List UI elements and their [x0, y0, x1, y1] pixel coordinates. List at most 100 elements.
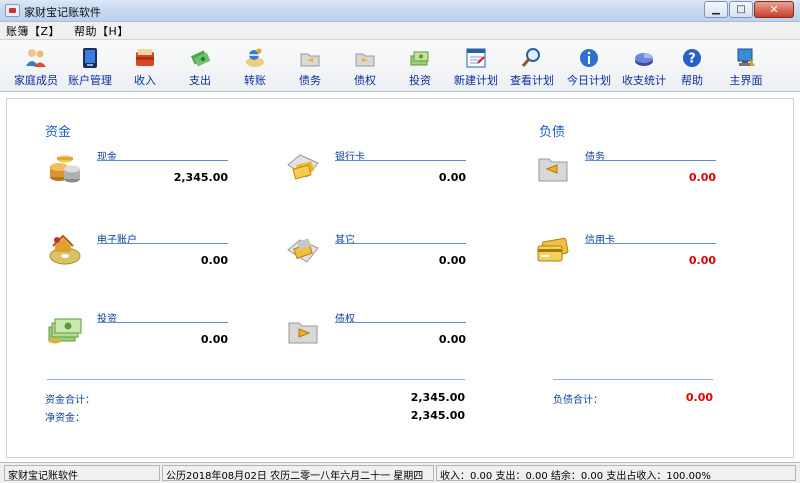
toolbar-income-button[interactable]: 收入 [117, 42, 173, 90]
debt-icon [300, 53, 320, 67]
underline [335, 322, 466, 323]
toolbar-debt-button[interactable]: 债务 [282, 42, 338, 90]
toolbar-credit-button[interactable]: 债权 [337, 42, 393, 90]
e-account-icon [49, 234, 81, 265]
toolbar-label: 收入 [134, 74, 156, 87]
credit-icon [355, 53, 375, 67]
toolbar-label: 主界面 [729, 74, 763, 87]
menu-ledger[interactable]: 账簿【Z】 [6, 23, 60, 39]
toolbar-label: 转账 [244, 74, 266, 87]
credit-claim-icon [288, 322, 318, 344]
maximize-button[interactable]: □ [729, 1, 753, 18]
toolbar-new-plan-button[interactable]: 新建计划 [446, 42, 506, 90]
liabilities-total-value: 0.00 [685, 391, 713, 404]
liabilities-total-label: 负债合计： [553, 395, 603, 406]
title-bar: 家财宝记账软件 ▁ □ ✕ [0, 0, 800, 22]
help-icon: ? [683, 49, 701, 67]
liabilities-title: 负债 [539, 125, 566, 140]
assets-title: 资金 [45, 125, 72, 140]
toolbar-today-plan-button[interactable]: 今日计划 [559, 42, 619, 90]
toolbar-label: 账户管理 [68, 74, 112, 87]
main-screen-icon [737, 48, 755, 66]
status-date: 公历2018年08月02日 农历二零一八年六月二十一 星期四 [162, 465, 434, 481]
expense-icon [190, 50, 211, 67]
asset-amount: 0.00 [438, 333, 466, 346]
toolbar-label: 帮助 [681, 74, 703, 87]
asset-investment[interactable]: 投资 0.00 [47, 311, 247, 361]
menu-bar: 账簿【Z】 帮助【H】 [0, 22, 800, 40]
minimize-icon: ▁ [712, 3, 720, 15]
close-icon: ✕ [769, 3, 779, 16]
status-app-name: 家财宝记账软件 [4, 465, 160, 481]
today-plan-icon [580, 49, 598, 67]
asset-credit-claim[interactable]: 债权 0.00 [285, 311, 485, 361]
toolbar-transfer-button[interactable]: 转账 [227, 42, 283, 90]
liability-amount: 0.00 [688, 254, 716, 267]
coins-icon [50, 155, 80, 183]
toolbar-family-members-button[interactable]: 家庭成员 [8, 42, 64, 90]
family-members-icon [26, 49, 46, 67]
close-button[interactable]: ✕ [754, 1, 794, 18]
investment-money-icon [48, 318, 82, 344]
toolbar-label: 家庭成员 [14, 74, 58, 87]
view-plan-icon [521, 48, 540, 67]
underline [585, 243, 716, 244]
liability-amount: 0.00 [688, 171, 716, 184]
underline [335, 243, 466, 244]
investment-icon [410, 51, 429, 66]
credit-card-icon [537, 237, 569, 262]
underline [97, 160, 228, 161]
underline [335, 160, 466, 161]
assets-total-value: 2,345.00 [410, 391, 465, 404]
underline [585, 160, 716, 161]
status-bar: 家财宝记账软件 公历2018年08月02日 农历二零一八年六月二十一 星期四 收… [0, 462, 800, 483]
toolbar-investment-button[interactable]: 投资 [392, 42, 448, 90]
liability-debt[interactable]: 债务 0.00 [535, 149, 735, 199]
maximize-icon: □ [736, 3, 746, 15]
toolbar-account-manage-button[interactable]: 账户管理 [62, 42, 118, 90]
bank-card-icon [287, 154, 319, 180]
underline [97, 322, 228, 323]
asset-amount: 2,345.00 [173, 171, 228, 184]
window-controls: ▁ □ ✕ [704, 1, 794, 18]
assets-divider [47, 379, 465, 380]
debt-folder-icon [538, 158, 568, 182]
asset-amount: 0.00 [200, 333, 228, 346]
liabilities-divider [553, 379, 713, 380]
toolbar-label: 查看计划 [510, 74, 554, 87]
asset-bank-card[interactable]: 银行卡 0.00 [285, 149, 485, 199]
asset-cash[interactable]: 现金 2,345.00 [47, 149, 247, 199]
main-panel: 资金 负债 现金 2,345.00 银行卡 0.00 电子账户 0.00 其它 … [6, 98, 794, 458]
window-title: 家财宝记账软件 [24, 6, 101, 19]
income-icon [136, 49, 154, 66]
toolbar-label: 投资 [409, 74, 431, 87]
other-icon [287, 238, 319, 263]
liability-credit-card[interactable]: 信用卡 0.00 [535, 232, 735, 282]
toolbar-expense-button[interactable]: 支出 [172, 42, 228, 90]
toolbar-label: 新建计划 [454, 74, 498, 87]
asset-other[interactable]: 其它 0.00 [285, 232, 485, 282]
asset-amount: 0.00 [438, 254, 466, 267]
underline [97, 243, 228, 244]
status-summary: 收入：0.00 支出：0.00 结余：0.00 支出占收入：100.00% [436, 465, 796, 481]
toolbar-view-plan-button[interactable]: 查看计划 [502, 42, 562, 90]
assets-total-label: 资金合计： [45, 395, 95, 406]
net-assets-label: 净资金： [45, 413, 85, 424]
app-icon [5, 4, 20, 17]
new-plan-icon [466, 48, 486, 68]
toolbar-label: 支出 [189, 74, 211, 87]
statistics-icon [635, 53, 653, 66]
asset-e-account[interactable]: 电子账户 0.00 [47, 232, 247, 282]
account-manage-icon [83, 48, 97, 68]
asset-amount: 0.00 [438, 171, 466, 184]
toolbar-label: 今日计划 [567, 74, 611, 87]
net-assets-value: 2,345.00 [410, 409, 465, 422]
toolbar-main-screen-button[interactable]: 主界面 [718, 42, 774, 90]
minimize-button[interactable]: ▁ [704, 1, 728, 18]
transfer-icon [246, 48, 264, 67]
toolbar-label: 债权 [354, 74, 376, 87]
svg-text:?: ? [688, 52, 696, 67]
toolbar-help-button[interactable]: ? 帮助 [664, 42, 720, 90]
toolbar: 家庭成员 账户管理 收入 支出 转账 债务 债权 投资 新建计划 查看计划 今日… [0, 40, 800, 92]
menu-help[interactable]: 帮助【H】 [74, 23, 129, 39]
